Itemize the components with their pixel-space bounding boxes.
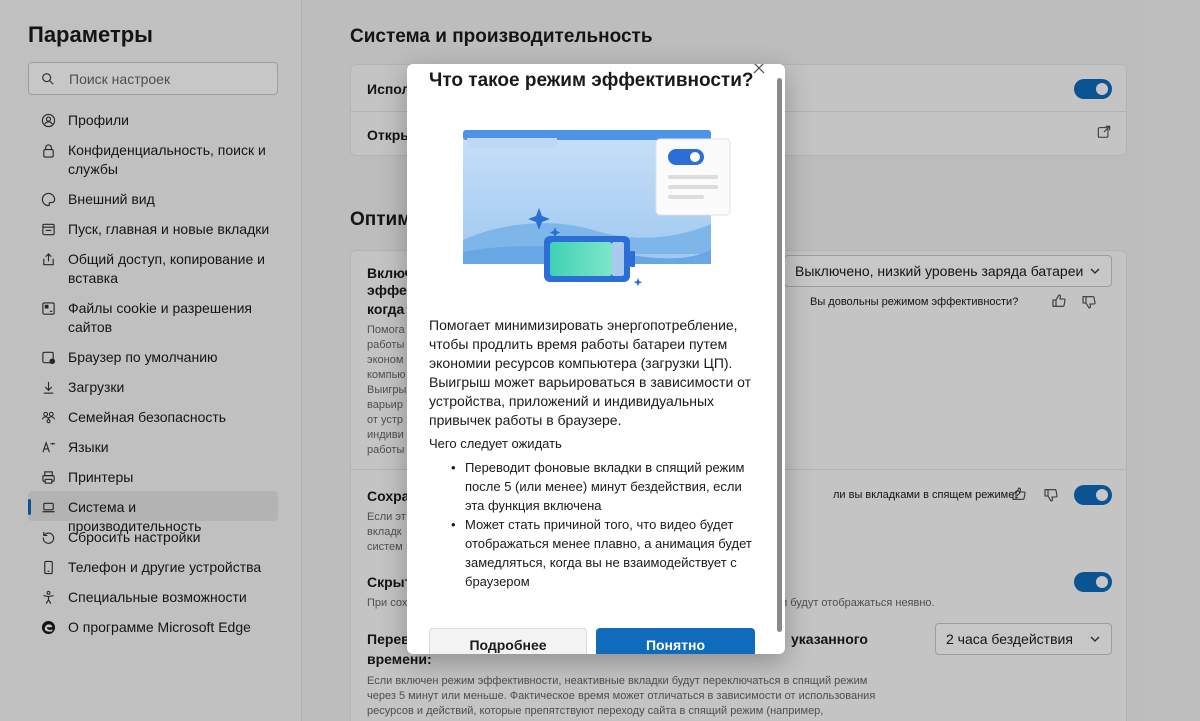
list-item: Переводит фоновые вкладки в спящий режим… <box>445 458 761 515</box>
efficiency-illustration <box>463 130 731 287</box>
dialog-title: Что такое режим эффективности? <box>429 70 754 91</box>
efficiency-mode-dialog: Что такое режим эффективности? Помогает … <box>407 64 785 654</box>
dialog-bullet-list: Переводит фоновые вкладки в спящий режим… <box>445 458 761 591</box>
dialog-description: Помогает минимизировать энергопотреблени… <box>429 317 752 428</box>
got-it-button[interactable]: Понятно <box>596 628 755 654</box>
list-item: Может стать причиной того, что видео буд… <box>445 515 761 591</box>
dialog-subtitle: Чего следует ожидать <box>429 436 562 451</box>
dialog-scrollbar[interactable] <box>777 78 782 632</box>
close-icon[interactable] <box>752 64 766 75</box>
learn-more-button[interactable]: Подробнее <box>429 628 587 654</box>
